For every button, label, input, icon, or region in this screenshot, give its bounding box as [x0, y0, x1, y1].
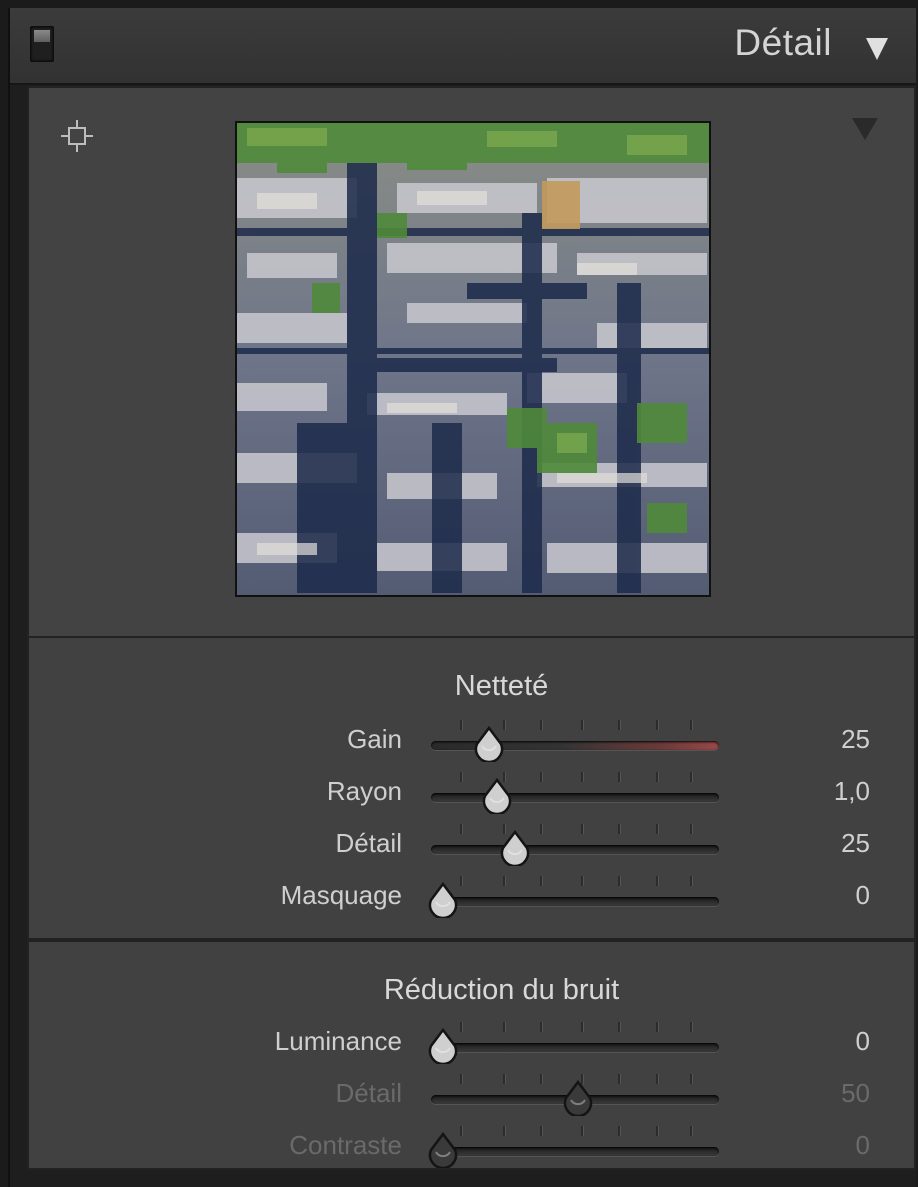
slider-value[interactable]: 0 [856, 1130, 870, 1161]
slider-tick [540, 720, 543, 730]
panel-toggle-switch[interactable] [30, 26, 54, 62]
collapse-triangle-icon[interactable] [866, 38, 888, 60]
slider-ticks [431, 876, 719, 888]
slider-tick [580, 720, 583, 730]
slider-tick [580, 1022, 583, 1032]
slider-tick [540, 1022, 543, 1032]
slider-tick [690, 824, 693, 834]
preview-menu-triangle-icon[interactable] [852, 118, 878, 140]
slider-tick [580, 772, 583, 782]
sharpening-section: Netteté Gain 25 Rayon 1,0 Détail 25 Masquage 0 [27, 636, 916, 940]
slider-tick [618, 876, 621, 886]
slider-tick [690, 720, 693, 730]
slider-value[interactable]: 0 [856, 880, 870, 911]
slider-value[interactable]: 25 [841, 828, 870, 859]
slider-label: Masquage [280, 880, 402, 910]
slider-tick [618, 1022, 621, 1032]
slider-track[interactable] [431, 897, 719, 906]
slider-thumb[interactable] [427, 882, 459, 918]
slider-tick [540, 772, 543, 782]
slider-tick [540, 824, 543, 834]
slider-tick [459, 772, 462, 782]
slider-row-masquage: Masquage 0 [29, 876, 914, 918]
slider-label: Contraste [289, 1130, 402, 1160]
slider-tick [690, 772, 693, 782]
slider-tick [459, 876, 462, 886]
cliff-rock-texture [237, 123, 709, 595]
slider-tick [503, 876, 505, 886]
slider-tick [655, 824, 658, 834]
slider-tick [618, 772, 621, 782]
slider-tick [459, 1074, 462, 1084]
slider-tick [655, 1074, 658, 1084]
slider-label: Détail [335, 828, 402, 858]
slider-tick [503, 1022, 505, 1032]
slider-thumb[interactable] [499, 830, 531, 866]
slider-label: Détail [335, 1078, 402, 1108]
detail-panel: Détail Netteté Gain 25 Rayon 1,0 Détail … [8, 8, 916, 1187]
slider-tick [690, 1074, 693, 1084]
toggle-knob [34, 30, 50, 42]
slider-value[interactable]: 25 [841, 724, 870, 755]
slider-thumb[interactable] [427, 1028, 459, 1064]
slider-tick [690, 1126, 693, 1136]
slider-value[interactable]: 1,0 [834, 776, 870, 807]
sharpening-title: Netteté [454, 670, 549, 702]
slider-ticks [431, 1022, 719, 1034]
slider-tick [580, 824, 583, 834]
slider-tick [618, 824, 621, 834]
slider-ticks [431, 824, 719, 836]
slider-tick [580, 1126, 583, 1136]
noise-reduction-title: Réduction du bruit [383, 974, 620, 1006]
slider-track[interactable] [431, 1043, 719, 1052]
slider-row-rayon: Rayon 1,0 [29, 772, 914, 814]
slider-ticks [431, 1126, 719, 1138]
slider-tick [580, 876, 583, 886]
slider-track[interactable] [431, 793, 719, 802]
zoom-preview-image[interactable] [235, 121, 711, 597]
slider-tick [459, 824, 462, 834]
slider-tick [690, 1022, 693, 1032]
slider-row-détail: Détail 25 [29, 824, 914, 866]
slider-tick [655, 1126, 658, 1136]
slider-tick [540, 1074, 543, 1084]
slider-tick [655, 876, 658, 886]
slider-tick [655, 720, 658, 730]
slider-row-détail: Détail 50 [29, 1074, 914, 1116]
panel-header[interactable]: Détail [10, 8, 916, 85]
slider-value[interactable]: 50 [841, 1078, 870, 1109]
slider-tick [540, 1126, 543, 1136]
slider-tick [655, 772, 658, 782]
slider-label: Luminance [274, 1026, 402, 1056]
slider-thumb[interactable] [473, 726, 505, 762]
slider-tick [618, 720, 621, 730]
slider-tick [618, 1074, 621, 1084]
slider-tick [655, 1022, 658, 1032]
slider-label: Gain [347, 724, 402, 754]
slider-tick [503, 1126, 505, 1136]
panel-title: Détail [734, 22, 832, 63]
noise-reduction-section: Réduction du bruit Luminance 0 Détail 50 Con… [27, 940, 916, 1170]
slider-thumb[interactable] [481, 778, 513, 814]
slider-thumb[interactable] [427, 1132, 459, 1168]
slider-label: Rayon [326, 776, 402, 806]
slider-tick [459, 1022, 462, 1032]
slider-tick [540, 876, 543, 886]
target-adjust-icon[interactable] [59, 118, 95, 154]
slider-tick [618, 1126, 621, 1136]
slider-ticks [431, 772, 719, 784]
slider-track[interactable] [431, 1147, 719, 1156]
slider-track[interactable] [431, 845, 719, 854]
slider-tick [459, 720, 462, 730]
slider-tick [503, 1074, 505, 1084]
slider-row-gain: Gain 25 [29, 720, 914, 762]
slider-thumb[interactable] [562, 1080, 594, 1116]
slider-value[interactable]: 0 [856, 1026, 870, 1057]
slider-tick [459, 1126, 462, 1136]
slider-row-luminance: Luminance 0 [29, 1022, 914, 1064]
preview-section [27, 86, 916, 638]
slider-tick [690, 876, 693, 886]
slider-row-contraste: Contraste 0 [29, 1126, 914, 1168]
